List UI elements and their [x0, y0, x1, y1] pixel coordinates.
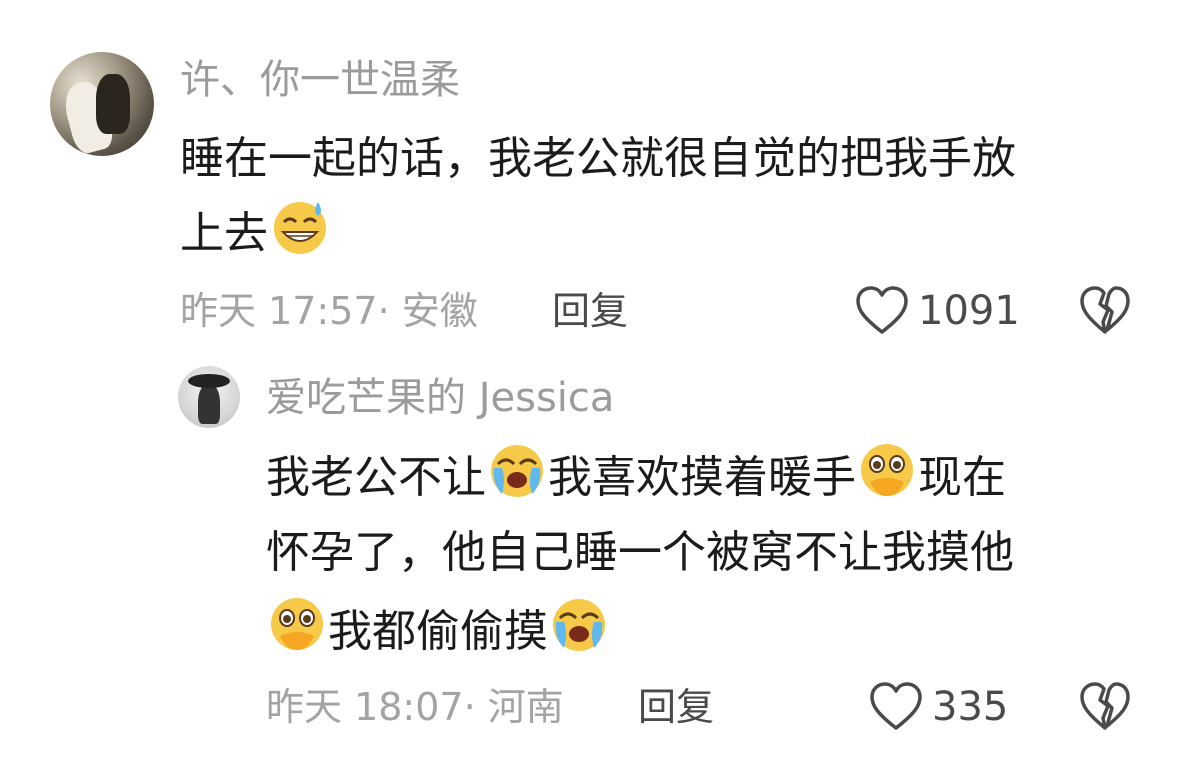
comment-reply-button[interactable]: 回复 [552, 288, 628, 334]
reply-timestamp-location: 昨天 18:07· 河南 [266, 685, 564, 729]
broken-heart-icon[interactable] [1078, 284, 1132, 336]
reply-text-line-1: 我老公不让 我喜欢摸着暖手 现在 [266, 442, 1006, 519]
reply-reply-button[interactable]: 回复 [638, 684, 714, 730]
comment-text-line-2-text: 上去 [180, 208, 268, 259]
reply-text-segment: 我喜欢摸着暖手 [548, 452, 856, 503]
sweat-smile-emoji-icon [270, 196, 330, 275]
reply-text-segment: 现在 [918, 452, 1006, 503]
comment-username[interactable]: 许、你一世温柔 [180, 56, 460, 104]
reply-text-segment: 我都偷偷摸 [328, 606, 548, 657]
comment-text-line-1: 睡在一起的话，我老公就很自觉的把我手放 [180, 133, 1016, 184]
replier-avatar[interactable] [178, 366, 240, 428]
heart-icon[interactable] [868, 680, 924, 732]
reply-text-line-3: 我都偷偷摸 [266, 596, 610, 673]
avatar-figure [198, 384, 220, 424]
broken-heart-icon[interactable] [1078, 680, 1132, 732]
reply-username[interactable]: 爱吃芒果的 Jessica [266, 374, 614, 422]
loudly-crying-emoji-icon [550, 596, 608, 673]
reply-text-segment: 我老公不让 [266, 452, 486, 503]
avatar-hat [188, 374, 230, 388]
reply-text-line-2: 怀孕了，他自己睡一个被窝不让我摸他 [266, 527, 1014, 578]
comment-text-line-2: 上去 [180, 196, 332, 275]
commenter-avatar[interactable] [50, 52, 154, 156]
avatar-hair [96, 74, 130, 134]
holding-back-tears-emoji-icon [858, 442, 916, 519]
reply-like-count: 335 [932, 684, 1009, 730]
loudly-crying-emoji-icon [488, 442, 546, 519]
holding-back-tears-emoji-icon [268, 596, 326, 673]
comment-timestamp-location: 昨天 17:57· 安徽 [180, 289, 478, 333]
comment-like-count: 1091 [918, 288, 1020, 334]
heart-icon[interactable] [854, 284, 910, 336]
